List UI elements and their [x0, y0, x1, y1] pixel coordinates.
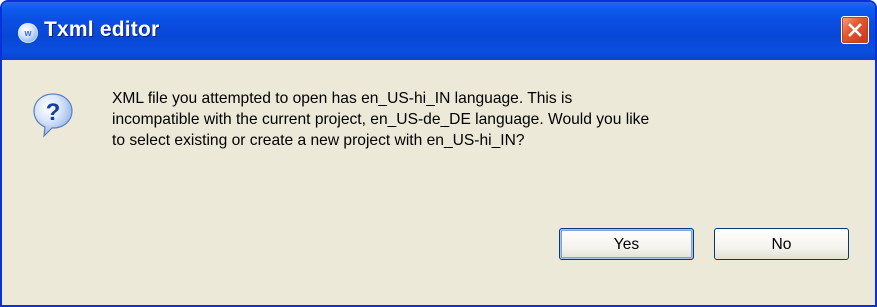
title-bar[interactable]: w Txml editor — [2, 2, 875, 60]
dialog-body: ? XML file you attempted to open has en_… — [2, 60, 875, 305]
yes-button[interactable]: Yes — [559, 228, 694, 260]
dialog-message: XML file you attempted to open has en_US… — [112, 88, 852, 151]
svg-text:?: ? — [46, 99, 61, 126]
app-icon: w — [18, 23, 38, 43]
message-line: to select existing or create a new proje… — [112, 132, 525, 149]
close-button[interactable] — [841, 16, 869, 44]
close-icon — [848, 23, 862, 37]
message-line: incompatible with the current project, e… — [112, 111, 650, 128]
message-line: XML file you attempted to open has en_US… — [112, 90, 573, 107]
dialog-window: w Txml editor ? XML file you attempted t… — [0, 0, 877, 307]
question-icon: ? — [33, 93, 73, 138]
no-button[interactable]: No — [714, 228, 849, 260]
window-title: Txml editor — [44, 18, 160, 41]
